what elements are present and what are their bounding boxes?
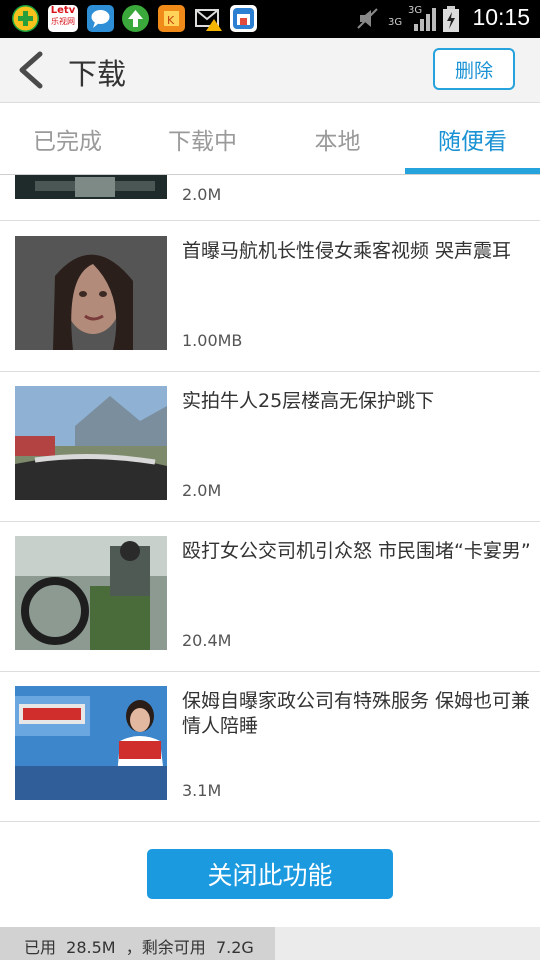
upload-arrow-icon [122,5,149,32]
battery-icon [442,5,460,33]
storage-text: 已用 28.5M ，剩余可用 7.2G [24,938,254,957]
chat-bubble-icon [87,5,114,32]
list-item[interactable]: 2.0M [0,175,540,221]
item-size: 2.0M [182,481,222,500]
video-list: 2.0M 首曝马航机长性侵女乘客视频 哭声震耳 1.00MB 实拍牛人25层楼高… [0,175,540,825]
video-thumbnail [15,536,167,650]
close-feature-button[interactable]: 关闭此功能 [147,849,393,899]
video-thumbnail [15,386,167,500]
tab-completed[interactable]: 已完成 [0,103,135,174]
tab-bar: 已完成 下载中 本地 随便看 [0,103,540,175]
list-item[interactable]: 首曝马航机长性侵女乘客视频 哭声震耳 1.00MB [0,221,540,372]
letv-sub: 乐视网 [51,17,75,26]
item-size: 3.1M [182,781,222,800]
tab-downloading[interactable]: 下载中 [135,103,270,174]
item-title: 首曝马航机长性侵女乘客视频 哭声震耳 [182,240,512,262]
item-size: 2.0M [182,185,222,204]
app-icon: K [158,5,185,32]
clock: 10:15 [472,4,530,30]
item-title: 保姆自曝家政公司有特殊服务 保姆也可兼情人陪睡 [182,690,531,737]
status-bar: Letv 乐视网 K 3G 3G 10:15 [0,0,540,38]
page-title: 下载 [68,57,127,91]
svg-text:K: K [167,14,175,27]
list-item[interactable]: 实拍牛人25层楼高无保护跳下 2.0M [0,371,540,522]
list-item[interactable]: 殴打女公交司机引众怒 市民围堵“卡宴男” 20.4M [0,521,540,672]
video-thumbnail [15,236,167,350]
item-title: 殴打女公交司机引众怒 市民围堵“卡宴男” [182,540,531,562]
add-icon [12,5,39,32]
signal-icon [408,6,438,32]
tab-browse[interactable]: 随便看 [405,103,540,174]
video-thumbnail [15,175,167,199]
storage-bar: 已用 28.5M ，剩余可用 7.2G [0,927,540,960]
list-item[interactable]: 保姆自曝家政公司有特殊服务 保姆也可兼情人陪睡 3.1M [0,671,540,822]
mute-icon [354,5,381,32]
network-label: 3G [388,17,403,28]
video-thumbnail [15,686,167,800]
letv-label: Letv [50,5,76,16]
item-size: 20.4M [182,631,232,650]
back-arrow-icon[interactable] [14,50,50,90]
tab-local[interactable]: 本地 [270,103,405,174]
item-size: 1.00MB [182,331,243,350]
delete-button[interactable]: 删除 [433,48,515,90]
item-title: 实拍牛人25层楼高无保护跳下 [182,390,435,412]
mail-warning-icon [194,5,222,32]
active-tab-indicator [405,168,540,174]
header-bar: 下载 删除 [0,38,540,103]
store-icon [230,5,257,32]
letv-icon: Letv 乐视网 [48,5,78,32]
